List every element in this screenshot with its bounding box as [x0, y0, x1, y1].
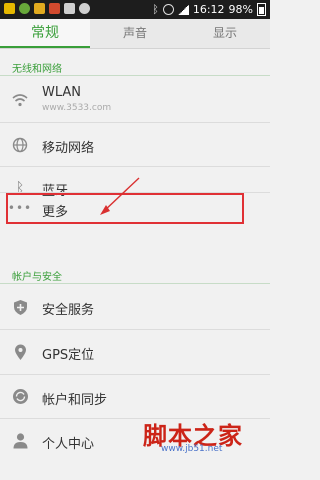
divider [0, 329, 270, 330]
list-item-mobile-network[interactable]: 移动网络 [0, 124, 270, 165]
notification-icon-e [64, 3, 75, 14]
list-item-title: 个人中心 [42, 437, 95, 452]
section-rule [0, 75, 270, 76]
notification-icon-b [19, 3, 30, 14]
tab-general[interactable]: 常规 [0, 19, 90, 48]
status-indicators: ᛒ 16:12 98% [152, 0, 266, 19]
list-item-personal-center[interactable]: 个人中心 [0, 420, 270, 461]
divider [0, 166, 270, 167]
notification-icons [4, 3, 90, 14]
status-bar: ᛒ 16:12 98% [0, 0, 270, 19]
shield-plus-icon [11, 298, 29, 316]
alarm-icon [162, 4, 174, 15]
list-item-title: 移动网络 [42, 141, 95, 156]
status-time: 16:12 [192, 3, 225, 16]
person-icon [11, 431, 29, 449]
list-item-title: 帐户和同步 [42, 393, 108, 408]
battery-icon [257, 3, 266, 16]
list-item-accounts-sync[interactable]: 帐户和同步 [0, 376, 270, 417]
divider [0, 122, 270, 123]
tab-divider [0, 48, 270, 49]
notification-icon-c [34, 3, 45, 14]
wifi-icon [11, 91, 29, 109]
battery-percent: 98% [228, 3, 253, 16]
signal-icon [177, 4, 189, 15]
location-pin-icon [11, 343, 29, 361]
divider [0, 374, 270, 375]
divider [0, 418, 270, 419]
notification-icon-f [79, 3, 90, 14]
list-item-gps[interactable]: GPS定位 [0, 331, 270, 372]
list-item-title: GPS定位 [42, 348, 95, 363]
list-item-wlan[interactable]: WLAN www.3533.com [0, 79, 270, 120]
tab-display[interactable]: 显示 [180, 19, 270, 48]
bluetooth-icon: ᛒ [152, 3, 159, 16]
settings-tabs: 常规 声音 显示 [0, 19, 270, 48]
section-rule [0, 283, 270, 284]
notification-icon-a [4, 3, 15, 14]
tab-sound[interactable]: 声音 [90, 19, 180, 48]
list-item-title: 安全服务 [42, 303, 95, 318]
list-item-subtitle: www.3533.com [42, 103, 112, 113]
section-header-wireless: 无线和网络 [12, 64, 62, 75]
arrow-annotation [100, 177, 140, 215]
globe-icon [11, 136, 29, 154]
section-header-account: 帐户与安全 [12, 272, 62, 283]
sync-icon [11, 387, 29, 405]
list-item-security[interactable]: 安全服务 [0, 286, 270, 327]
list-item-title: WLAN [42, 85, 82, 100]
notification-icon-d [49, 3, 60, 14]
